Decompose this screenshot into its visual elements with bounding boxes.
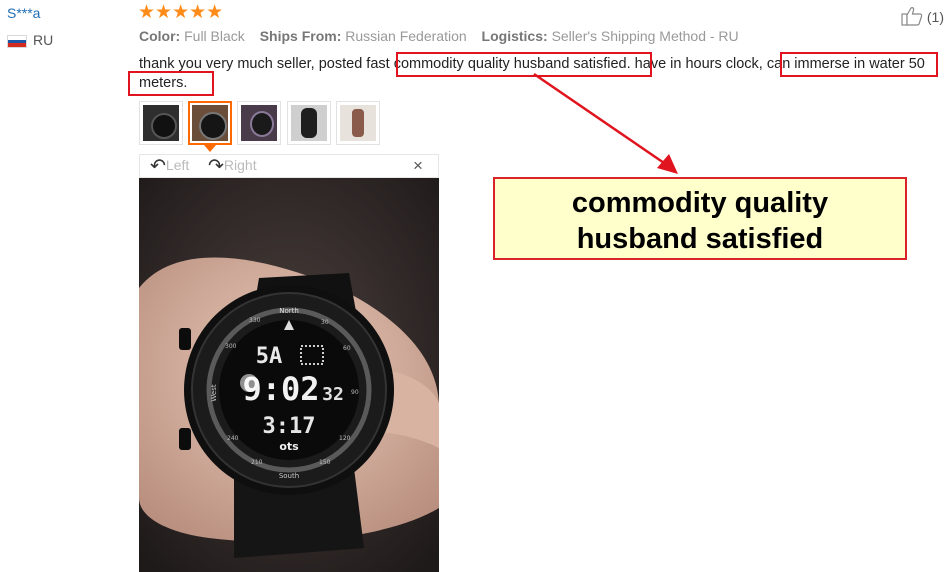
bezel-60: 60 [343,345,351,352]
bezel-240: 240 [227,435,239,442]
attr-key-logistics: Logistics: [481,28,548,44]
review-photo: North South West 330 30 60 90 120 150 21… [139,178,439,572]
bezel-300: 300 [225,343,237,350]
russia-flag-icon [7,35,27,48]
attr-key-ships-from: Ships From: [259,28,342,44]
review-thumbnail-5[interactable] [336,101,380,145]
highlight-callout: commodity quality husband satisfied [493,177,907,260]
review-text-part1: thank you very much seller, posted fast [139,56,394,72]
bezel-west: West [210,384,218,401]
rotate-left-button[interactable]: ↶Left [150,155,189,178]
rotate-right-icon: ↷ [208,156,224,177]
callout-line2: husband satisfied [576,223,824,255]
callout-line1: commodity quality [571,187,829,219]
attr-value-color: Full Black [184,28,245,44]
highlight-box-water-line1 [780,52,938,77]
bezel-south: South [279,472,299,480]
thumbs-up-icon [901,7,923,26]
rotate-left-label: Left [165,157,190,173]
review-thumbnail-3[interactable] [237,101,281,145]
review-thumbnail-1[interactable] [139,101,183,145]
helpful-like-button[interactable]: (1) [901,6,944,26]
reviewer-name[interactable]: S***a [7,5,40,21]
watch-line1: 5A [256,344,283,369]
rotate-left-icon: ↶ [150,156,166,177]
bezel-90: 90 [351,389,359,396]
rotate-right-label: Right [223,157,257,173]
highlight-box-water-line2 [128,71,214,96]
bezel-210: 210 [251,459,263,466]
review-thumbnail-4[interactable] [287,101,331,145]
watch-line2-seconds: 32 [322,384,344,405]
close-viewer-button[interactable]: × [413,156,423,176]
review-thumbnail-2[interactable] [188,101,232,145]
bezel-120: 120 [339,435,351,442]
like-count: (1) [926,9,945,25]
watch-line3: 3:17 [263,414,316,439]
watch-photo-illustration: North South West 330 30 60 90 120 150 21… [139,178,439,572]
bezel-30: 30 [321,319,329,326]
watch-logo: ots [279,440,299,453]
attr-key-color: Color: [139,28,181,44]
star-rating: ★★★★★ [138,2,224,23]
active-thumbnail-caret [204,145,216,152]
bezel-330: 330 [249,317,261,324]
review-attributes: Color: Full Black Ships From: Russian Fe… [139,28,739,44]
callout-arrow [533,72,678,174]
bezel-north: North [279,307,299,315]
attr-value-ships-from: Russian Federation [345,28,467,44]
bezel-150: 150 [319,459,331,466]
attr-value-logistics: Seller's Shipping Method - RU [551,28,739,44]
rotate-right-button[interactable]: ↷Right [208,155,257,178]
reviewer-country: RU [33,32,54,48]
